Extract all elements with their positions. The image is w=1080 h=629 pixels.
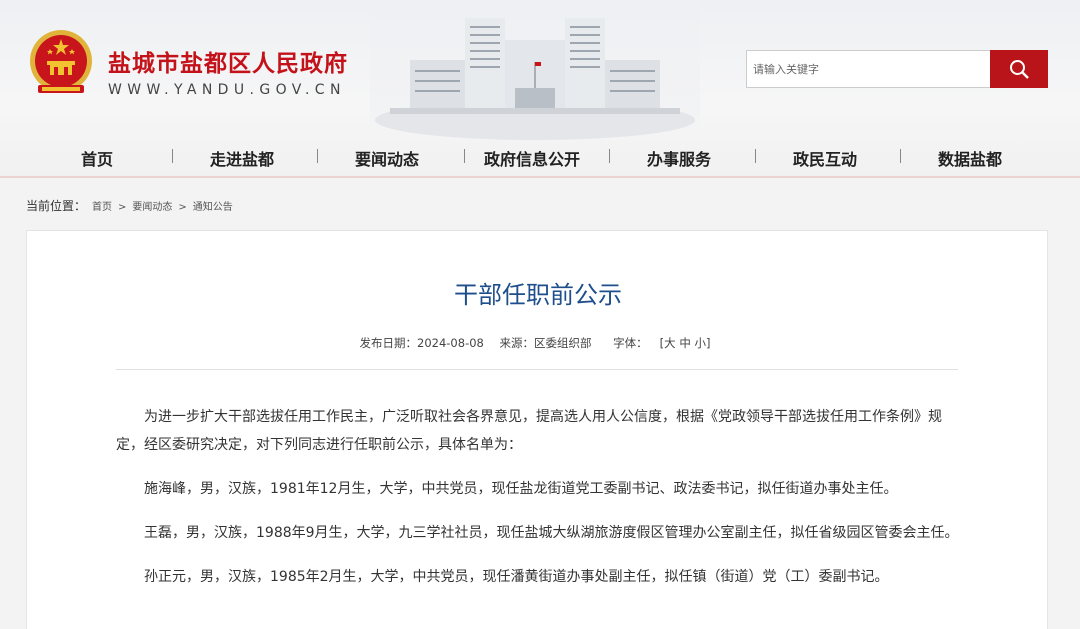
nav-separator <box>464 149 465 163</box>
article-meta: 发布日期：2024-08-08 来源：区委组织部 字体： [大 中 小] <box>27 335 1049 351</box>
article-paragraph: 施海峰，男，汉族，1981年12月生，大学，中共党员，现任盐龙街道党工委副书记、… <box>144 481 898 497</box>
nav-item-interaction[interactable]: 政民互动 <box>793 146 857 170</box>
breadcrumb-notices[interactable]: 通知公告 <box>193 202 233 213</box>
article-title: 干部任职前公示 <box>454 281 622 309</box>
nav-item-news[interactable]: 要闻动态 <box>355 146 419 170</box>
main-nav: 首页 走进盐都 要闻动态 政府信息公开 办事服务 政民互动 数据盐都 <box>0 140 1080 176</box>
nav-item-home[interactable]: 首页 <box>81 146 113 170</box>
article-paragraph: 王磊，男，汉族，1988年9月生，大学，九三学社社员，现任盐城大纵湖旅游度假区管… <box>144 525 959 541</box>
site-title[interactable]: 盐城市盐都区人民政府 <box>108 44 348 78</box>
article-body: 为进一步扩大干部选拔任用工作民主，广泛听取社会各界意见，提高选人用人公信度，根据… <box>116 403 964 607</box>
publish-date: 发布日期：2024-08-08 <box>359 336 484 350</box>
nav-item-services[interactable]: 办事服务 <box>647 146 711 170</box>
nav-item-gov-info[interactable]: 政府信息公开 <box>484 146 580 170</box>
search-input[interactable] <box>747 51 990 87</box>
article-paragraph: 孙正元，男，汉族，1985年2月生，大学，中共党员，现任潘黄街道办事处副主任，拟… <box>144 569 889 585</box>
nav-separator <box>317 149 318 163</box>
government-building-image <box>370 0 700 140</box>
breadcrumb-home[interactable]: 首页 <box>92 202 112 213</box>
article-divider <box>116 369 958 370</box>
breadcrumb-news[interactable]: 要闻动态 <box>132 202 172 213</box>
article-panel: 干部任职前公示 发布日期：2024-08-08 来源：区委组织部 字体： [大 中… <box>26 230 1048 629</box>
search-box[interactable] <box>746 50 990 88</box>
nav-separator <box>172 149 173 163</box>
breadcrumb: 当前位置： 首页 > 要闻动态 > 通知公告 <box>26 197 233 214</box>
font-size-options[interactable]: [大 中 小] <box>660 336 711 350</box>
article-paragraph: 为进一步扩大干部选拔任用工作民主，广泛听取社会各界意见，提高选人用人公信度，根据… <box>116 409 942 453</box>
national-emblem-icon <box>30 30 92 93</box>
nav-divider <box>0 176 1080 178</box>
site-header: 盐城市盐都区人民政府 WWW.YANDU.GOV.CN 请输入关键字 首页 走进… <box>0 0 1080 176</box>
site-url: WWW.YANDU.GOV.CN <box>108 82 346 98</box>
search-icon <box>1010 60 1029 79</box>
breadcrumb-separator: > <box>118 202 127 213</box>
nav-item-data[interactable]: 数据盐都 <box>938 146 1002 170</box>
breadcrumb-separator: > <box>178 202 187 213</box>
article-source: 来源：区委组织部 <box>499 336 592 350</box>
nav-separator <box>609 149 610 163</box>
nav-item-about[interactable]: 走进盐都 <box>210 146 274 170</box>
breadcrumb-label: 当前位置： <box>26 199 87 213</box>
nav-separator <box>755 149 756 163</box>
search-button[interactable] <box>990 50 1048 88</box>
font-size-label: 字体： <box>613 336 648 350</box>
nav-separator <box>900 149 901 163</box>
font-size-control: 字体： [大 中 小] <box>607 336 716 350</box>
